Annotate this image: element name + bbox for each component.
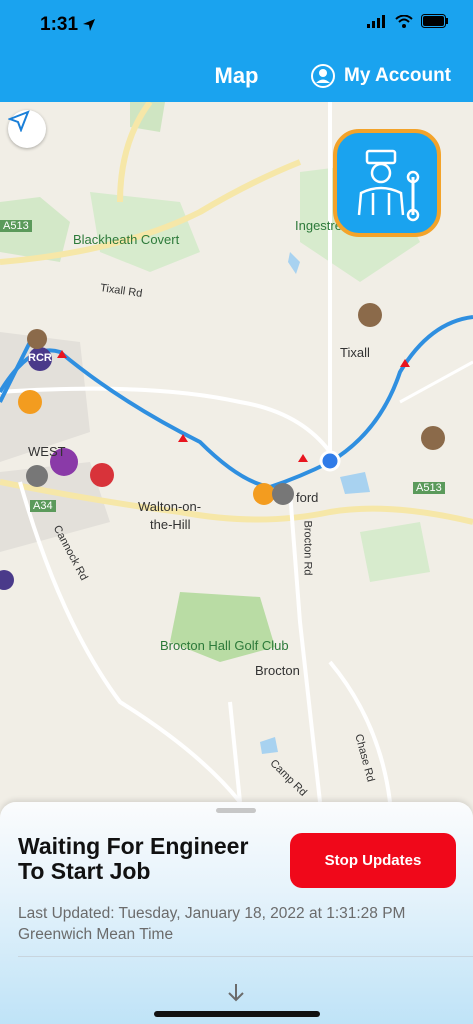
job-status-title: Waiting For Engineer To Start Job xyxy=(18,833,249,884)
map-label-tixall: Tixall xyxy=(340,345,370,360)
road-label-brocton-rd: Brocton Rd xyxy=(301,520,314,576)
wifi-icon xyxy=(395,14,413,28)
road-shield-a513-right: A513 xyxy=(413,482,445,494)
signal-icon xyxy=(367,14,385,28)
road-shield-a513-left: A513 xyxy=(0,220,32,232)
location-arrow-icon xyxy=(83,19,95,31)
locate-me-button[interactable] xyxy=(8,110,46,148)
account-icon xyxy=(311,64,336,88)
arrow-down-icon[interactable] xyxy=(226,982,246,1002)
poi-label-rcr: RCR xyxy=(28,352,52,364)
my-account-button[interactable]: My Account xyxy=(310,63,451,89)
map-label-weston: WEST xyxy=(28,444,66,459)
engineer-marker[interactable] xyxy=(333,129,441,237)
job-status-panel: Waiting For Engineer To Start Job Stop U… xyxy=(0,802,473,1024)
home-indicator xyxy=(154,1011,320,1017)
map-label-blackheath: Blackheath Covert xyxy=(73,232,180,247)
map-view[interactable]: Blackheath Covert Ingestre Tixall Rd Tix… xyxy=(0,102,473,802)
my-account-label: My Account xyxy=(344,65,451,86)
nav-bar: Map My Account xyxy=(0,50,473,102)
road-shield-a34: A34 xyxy=(30,500,56,512)
navigation-arrow-icon xyxy=(8,110,30,132)
map-label-walton: Walton-on- xyxy=(138,499,202,514)
status-time: 1:31 xyxy=(40,14,79,35)
map-label-the-hill: the-Hill xyxy=(150,517,191,532)
map-label-ford: ford xyxy=(296,490,319,505)
stop-updates-button[interactable]: Stop Updates xyxy=(290,833,456,888)
status-bar: 1:31 xyxy=(0,0,473,50)
map-label-brocton-hall: Brocton Hall Golf Club xyxy=(160,638,289,653)
engineer-icon xyxy=(357,149,420,222)
battery-icon xyxy=(421,14,448,28)
panel-grabber[interactable] xyxy=(216,808,256,813)
divider xyxy=(18,956,473,957)
map-label-brocton: Brocton xyxy=(255,663,300,678)
last-updated-text: Last Updated: Tuesday, January 18, 2022 … xyxy=(18,905,406,943)
